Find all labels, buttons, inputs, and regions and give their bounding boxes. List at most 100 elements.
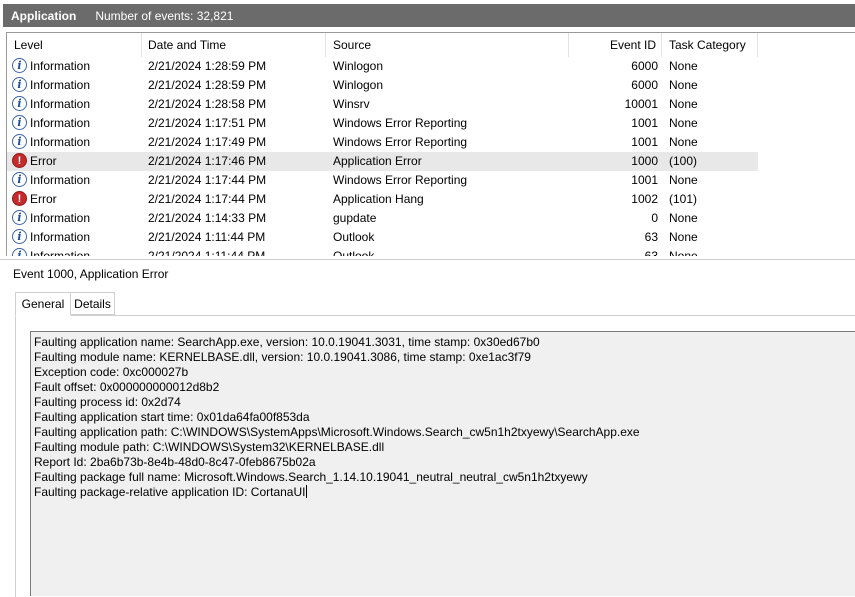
- description-line-text: Faulting application path: C:\WINDOWS\Sy…: [34, 425, 640, 439]
- source-cell: Windows Error Reporting: [333, 135, 468, 149]
- task-category-cell: None: [669, 116, 698, 130]
- event-id-cell: 63: [644, 249, 658, 256]
- event-id-cell: 0: [651, 211, 658, 225]
- level-cell: Error: [30, 154, 57, 168]
- info-icon: i: [12, 210, 27, 225]
- level-cell: Information: [30, 97, 91, 111]
- task-category-cell: None: [669, 59, 698, 73]
- description-line: Faulting module name: KERNELBASE.dll, ve…: [34, 350, 855, 365]
- task-category-cell: (101): [669, 192, 698, 206]
- table-row[interactable]: ! Error 2/21/2024 1:17:46 PM Application Er…: [7, 152, 758, 171]
- table-row[interactable]: i Information 2/21/2024 1:28:59 PM Winlogon…: [7, 57, 758, 76]
- date-time-cell: 2/21/2024 1:28:58 PM: [148, 97, 267, 111]
- level-cell: Information: [30, 59, 91, 73]
- description-line: Faulting package-relative application ID…: [34, 485, 855, 500]
- table-row[interactable]: ! Error 2/21/2024 1:17:44 PM Application Ha…: [7, 190, 758, 209]
- description-line: Exception code: 0xc000027b: [34, 365, 855, 380]
- error-icon: !: [12, 191, 27, 206]
- source-cell: Application Hang: [333, 192, 424, 206]
- event-id-cell: 63: [644, 230, 658, 244]
- level-cell: Information: [30, 78, 91, 92]
- event-count: Number of events: 32,821: [95, 8, 234, 23]
- description-line: Faulting package full name: Microsoft.Wi…: [34, 470, 855, 485]
- event-id-cell: 1000: [631, 154, 658, 168]
- date-time-cell: 2/21/2024 1:17:49 PM: [148, 135, 267, 149]
- table-row[interactable]: i Information 2/21/2024 1:17:51 PM Windows …: [7, 114, 758, 133]
- source-cell: gupdate: [333, 211, 377, 225]
- description-line: Faulting application path: C:\WINDOWS\Sy…: [34, 425, 855, 440]
- description-line-text: Faulting module name: KERNELBASE.dll, ve…: [34, 350, 531, 364]
- description-line-text: Faulting process id: 0x2d74: [34, 395, 181, 409]
- table-row[interactable]: i Information 2/21/2024 1:17:49 PM Windows …: [7, 133, 758, 152]
- task-category-cell: None: [669, 230, 698, 244]
- column-event-id[interactable]: Event ID: [569, 33, 662, 57]
- description-line: Faulting module path: C:\WINDOWS\System3…: [34, 440, 855, 455]
- column-level[interactable]: Level: [7, 33, 142, 57]
- date-time-cell: 2/21/2024 1:17:46 PM: [148, 154, 267, 168]
- date-time-cell: 2/21/2024 1:17:44 PM: [148, 173, 267, 187]
- table-row[interactable]: i Information 2/21/2024 1:28:58 PM Winsrv 10…: [7, 95, 758, 114]
- column-headers: Level Date and Time Source Event ID Task…: [7, 33, 855, 57]
- description-line-text: Exception code: 0xc000027b: [34, 365, 189, 379]
- date-time-cell: 2/21/2024 1:17:51 PM: [148, 116, 267, 130]
- event-id-cell: 1002: [631, 192, 658, 206]
- pane-divider[interactable]: [0, 259, 855, 260]
- description-text: Faulting application name: SearchApp.exe…: [34, 335, 855, 500]
- table-row[interactable]: i Information 2/21/2024 1:17:44 PM Windows …: [7, 171, 758, 190]
- event-id-cell: 6000: [631, 78, 658, 92]
- event-detail-title: Event 1000, Application Error: [13, 267, 169, 281]
- description-line-text: Fault offset: 0x000000000012d8b2: [34, 380, 220, 394]
- column-task-category[interactable]: Task Category: [662, 33, 758, 57]
- task-category-cell: None: [669, 97, 698, 111]
- level-cell: Information: [30, 249, 91, 256]
- date-time-cell: 2/21/2024 1:28:59 PM: [148, 59, 267, 73]
- info-icon: i: [12, 96, 27, 111]
- events-list[interactable]: Level Date and Time Source Event ID Task…: [6, 32, 855, 256]
- description-line: Fault offset: 0x000000000012d8b2: [34, 380, 855, 395]
- date-time-cell: 2/21/2024 1:17:44 PM: [148, 192, 267, 206]
- source-cell: Application Error: [333, 154, 422, 168]
- table-row[interactable]: i Information 2/21/2024 1:11:44 PM Outlook 6…: [7, 247, 758, 256]
- tab-general[interactable]: General: [15, 292, 71, 316]
- info-icon: i: [12, 229, 27, 244]
- description-line-text: Report Id: 2ba6b73b-8e4b-48d0-8c47-0feb8…: [34, 455, 316, 469]
- log-title: Application: [11, 8, 77, 23]
- task-category-cell: None: [669, 249, 698, 256]
- event-id-cell: 10001: [624, 97, 658, 111]
- event-id-cell: 1001: [631, 116, 658, 130]
- task-category-cell: (100): [669, 154, 698, 168]
- source-cell: Windows Error Reporting: [333, 173, 468, 187]
- description-line-text: Faulting application name: SearchApp.exe…: [34, 335, 540, 349]
- date-time-cell: 2/21/2024 1:11:44 PM: [148, 230, 266, 244]
- event-description[interactable]: Faulting application name: SearchApp.exe…: [30, 331, 855, 596]
- date-time-cell: 2/21/2024 1:28:59 PM: [148, 78, 267, 92]
- level-cell: Information: [30, 135, 91, 149]
- source-cell: Winlogon: [333, 78, 384, 92]
- source-cell: Windows Error Reporting: [333, 116, 468, 130]
- log-header: Application Number of events: 32,821: [3, 4, 855, 27]
- level-cell: Information: [30, 230, 91, 244]
- task-category-cell: None: [669, 135, 698, 149]
- level-cell: Information: [30, 116, 91, 130]
- task-category-cell: None: [669, 173, 698, 187]
- level-cell: Error: [30, 192, 57, 206]
- info-icon: i: [12, 77, 27, 92]
- column-date-time[interactable]: Date and Time: [142, 33, 326, 57]
- task-category-cell: None: [669, 78, 698, 92]
- tab-details[interactable]: Details: [70, 292, 115, 315]
- table-row[interactable]: i Information 2/21/2024 1:28:59 PM Winlogon…: [7, 76, 758, 95]
- table-row[interactable]: i Information 2/21/2024 1:14:33 PM gupdate 0…: [7, 209, 758, 228]
- info-icon: i: [12, 248, 27, 256]
- info-icon: i: [12, 115, 27, 130]
- task-category-cell: None: [669, 211, 698, 225]
- description-line-text: Faulting package-relative application ID…: [34, 485, 306, 499]
- source-cell: Winsrv: [333, 97, 370, 111]
- table-row[interactable]: i Information 2/21/2024 1:11:44 PM Outlook 6…: [7, 228, 758, 247]
- level-cell: Information: [30, 173, 91, 187]
- column-source[interactable]: Source: [326, 33, 569, 57]
- description-line-text: Faulting module path: C:\WINDOWS\System3…: [34, 440, 385, 454]
- description-line: Report Id: 2ba6b73b-8e4b-48d0-8c47-0feb8…: [34, 455, 855, 470]
- description-line-text: Faulting application start time: 0x01da6…: [34, 410, 310, 424]
- date-time-cell: 2/21/2024 1:14:33 PM: [148, 211, 267, 225]
- event-id-cell: 1001: [631, 135, 658, 149]
